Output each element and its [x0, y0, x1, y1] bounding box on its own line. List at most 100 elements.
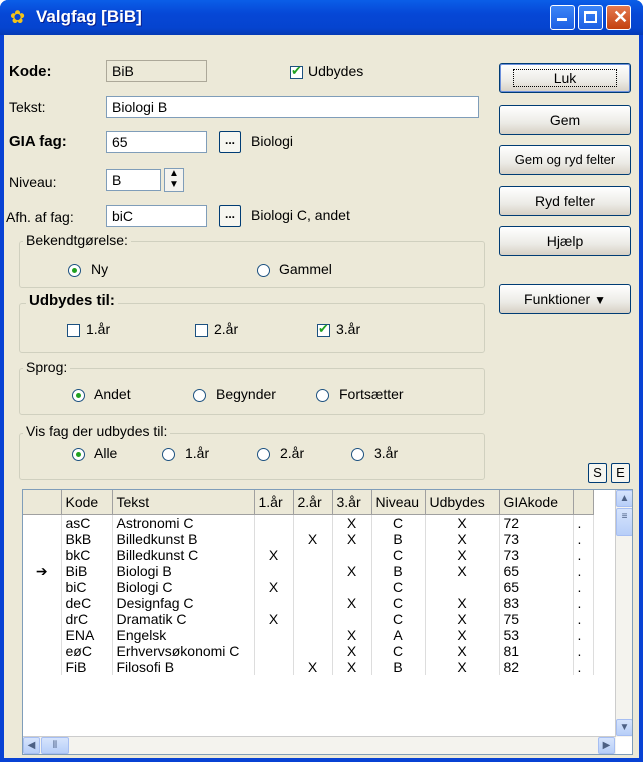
column-header[interactable]: 1.år: [254, 490, 294, 515]
table-cell: X: [293, 530, 333, 547]
checkbox-2aar[interactable]: [195, 324, 208, 337]
table-cell: [293, 642, 333, 659]
spin-down-icon[interactable]: ▼: [169, 179, 179, 190]
table-cell: .: [573, 626, 594, 643]
row-indicator: [23, 610, 62, 627]
column-header[interactable]: [23, 490, 62, 515]
table-cell: [332, 610, 372, 627]
scroll-up-icon[interactable]: ▲: [616, 490, 632, 507]
table-cell: asC: [61, 514, 113, 531]
table-cell: [254, 530, 294, 547]
table-row[interactable]: eøC Erhvervsøkonomi C X C X 81.: [23, 642, 594, 659]
e-button[interactable]: E: [611, 463, 630, 483]
niveau-value: B: [112, 172, 122, 188]
subjects-table[interactable]: Kode Tekst 1.år 2.år 3.år Niveau Udbydes GIAkod…: [22, 489, 633, 755]
radio-fortsaetter[interactable]: [316, 389, 329, 402]
column-header[interactable]: Tekst: [112, 490, 255, 515]
horizontal-scrollbar[interactable]: ◀ ⦀ ▶: [23, 736, 616, 754]
gia-field[interactable]: 65: [106, 131, 207, 153]
hscroll-thumb[interactable]: ⦀: [41, 737, 69, 754]
table-cell: .: [573, 642, 594, 659]
udbydes-checkbox[interactable]: [290, 63, 303, 79]
ryd-felter-button[interactable]: Ryd felter: [499, 186, 631, 216]
afh-description: Biologi C, andet: [251, 207, 350, 223]
gem-og-ryd-button[interactable]: Gem og ryd felter: [499, 145, 631, 175]
radio-begynder[interactable]: [193, 389, 206, 402]
radio-fortsaetter-label: Fortsætter: [339, 386, 404, 402]
checkbox-3aar-label: 3.år: [336, 321, 361, 337]
table-row[interactable]: FiB Filosofi B X X B X 82.: [23, 658, 594, 675]
checkbox-3aar[interactable]: [317, 321, 330, 337]
table-cell: .: [573, 594, 594, 611]
table-row[interactable]: biC Biologi C X C 65.: [23, 578, 594, 595]
table-cell: .: [573, 658, 594, 675]
table-cell: [254, 658, 294, 675]
column-header[interactable]: 2.år: [293, 490, 333, 515]
niveau-spinner[interactable]: ▲ ▼: [164, 168, 184, 192]
radio-alle-label: Alle: [94, 445, 118, 461]
scroll-right-icon[interactable]: ▶: [598, 737, 615, 754]
funktioner-button[interactable]: Funktioner ▼: [499, 284, 631, 314]
radio-andet[interactable]: [72, 389, 85, 402]
udbydes-label: Udbydes: [308, 63, 364, 79]
table-row[interactable]: drC Dramatik C X C X 75.: [23, 610, 594, 627]
column-header[interactable]: Niveau: [371, 490, 426, 515]
table-cell: .: [573, 530, 594, 547]
table-row[interactable]: ➔ BiB Biologi B X B X 65.: [23, 562, 594, 579]
vertical-scrollbar[interactable]: ▲ ≡ ▼: [615, 490, 632, 737]
table-cell: [254, 642, 294, 659]
radio-vis-2aar[interactable]: [257, 448, 270, 461]
scroll-down-icon[interactable]: ▼: [616, 719, 632, 736]
column-header[interactable]: [573, 490, 594, 515]
radio-vis-1aar-label: 1.år: [185, 445, 210, 461]
table-cell: X: [293, 658, 333, 675]
kode-field[interactable]: BiB: [106, 60, 207, 82]
radio-ny[interactable]: [68, 264, 81, 277]
scroll-thumb[interactable]: ≡: [616, 508, 632, 536]
scroll-left-icon[interactable]: ◀: [23, 737, 40, 754]
table-cell: [254, 594, 294, 611]
table-row[interactable]: deC Designfag C X C X 83.: [23, 594, 594, 611]
afh-lookup-button[interactable]: ...: [219, 205, 241, 227]
table-row[interactable]: BkB Billedkunst B X X B X 73.: [23, 530, 594, 547]
gia-lookup-button[interactable]: ...: [219, 131, 241, 153]
column-header[interactable]: GIAkode: [499, 490, 574, 515]
s-button[interactable]: S: [588, 463, 607, 483]
spin-up-icon[interactable]: ▲: [169, 168, 179, 179]
gem-button[interactable]: Gem: [499, 105, 631, 135]
niveau-field[interactable]: B: [106, 169, 161, 191]
table-cell: BiB: [61, 562, 113, 579]
radio-gammel[interactable]: [257, 264, 270, 277]
gia-label: GIA fag:: [9, 133, 67, 150]
table-cell: Biologi B: [112, 562, 255, 579]
bekendtgorelse-legend: Bekendtgørelse:: [23, 232, 131, 248]
radio-vis-3aar[interactable]: [351, 448, 364, 461]
table-row[interactable]: ENA Engelsk X A X 53.: [23, 626, 594, 643]
hjaelp-button[interactable]: Hjælp: [499, 226, 631, 256]
table-cell: C: [371, 610, 426, 627]
table-cell: deC: [61, 594, 113, 611]
afh-field[interactable]: biC: [106, 205, 207, 227]
table-cell: 53: [499, 626, 574, 643]
table-cell: 73: [499, 530, 574, 547]
table-cell: X: [425, 642, 500, 659]
column-header[interactable]: Kode: [61, 490, 113, 515]
table-cell: Filosofi B: [112, 658, 255, 675]
table-cell: [293, 578, 333, 595]
checkbox-1aar[interactable]: [67, 324, 80, 337]
table-cell: [254, 562, 294, 579]
column-header[interactable]: Udbydes: [425, 490, 500, 515]
luk-button[interactable]: Luk: [499, 63, 631, 93]
table-cell: X: [254, 546, 294, 563]
table-cell: X: [425, 546, 500, 563]
table-row[interactable]: bkC Billedkunst C X C X 73.: [23, 546, 594, 563]
table-cell: [293, 562, 333, 579]
table-cell: B: [371, 562, 426, 579]
tekst-field[interactable]: Biologi B: [106, 96, 479, 118]
radio-alle[interactable]: [72, 448, 85, 461]
afh-label: Afh. af fag:: [6, 209, 74, 225]
radio-vis-1aar[interactable]: [162, 448, 175, 461]
column-header[interactable]: 3.år: [332, 490, 372, 515]
table-cell: 73: [499, 546, 574, 563]
table-row[interactable]: asC Astronomi C X C X 72.: [23, 514, 594, 531]
